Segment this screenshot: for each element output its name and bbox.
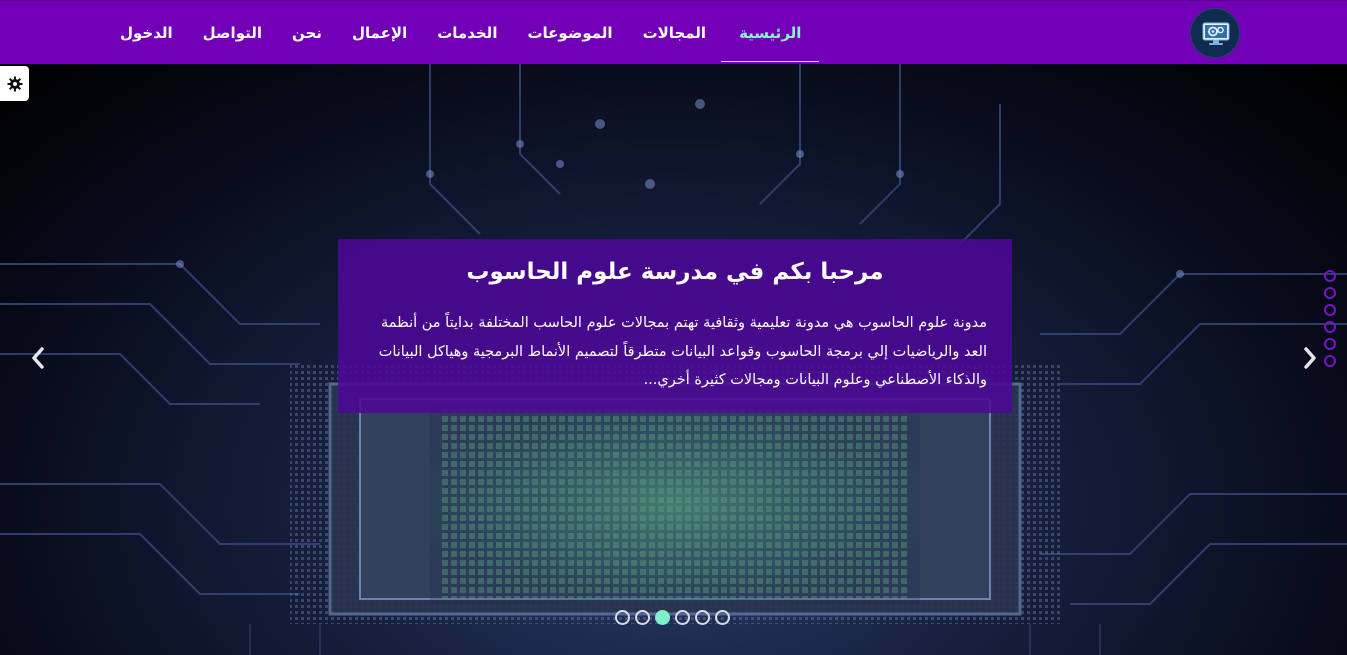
side-slide-indicators <box>1324 270 1336 367</box>
nav-item-home[interactable]: الرئيسية <box>721 1 820 64</box>
settings-button[interactable] <box>0 66 29 101</box>
chevron-left-icon <box>32 347 44 369</box>
side-indicator-dot[interactable] <box>1324 321 1336 333</box>
top-navbar: الرئيسية المجالات الموضوعات الخدمات الإع… <box>0 0 1347 64</box>
pagination-dot[interactable] <box>615 610 630 625</box>
slide-description: مدونة علوم الحاسوب هي مدونة تعليمية وثقا… <box>378 315 987 388</box>
side-indicator-dot[interactable] <box>1324 338 1336 350</box>
pagination-dot[interactable] <box>715 610 730 625</box>
side-indicator-dot[interactable] <box>1324 287 1336 299</box>
slide-caption: مرحبا بكم في مدرسة علوم الحاسوب مدونة عل… <box>338 239 1012 413</box>
nav-item-about[interactable]: نحن <box>277 1 337 64</box>
chevron-right-icon <box>1304 347 1316 369</box>
hero-slider: مرحبا بكم في مدرسة علوم الحاسوب مدونة عل… <box>0 64 1347 655</box>
slide-title: مرحبا بكم في مدرسة علوم الحاسوب <box>466 259 884 285</box>
site-logo[interactable] <box>1190 8 1240 58</box>
nav-item-contact[interactable]: التواصل <box>188 1 277 64</box>
nav-item-works[interactable]: الإعمال <box>337 1 422 64</box>
nav-item-topics[interactable]: الموضوعات <box>512 1 627 64</box>
slide-pagination <box>615 610 730 625</box>
pagination-dot[interactable] <box>635 610 650 625</box>
pagination-dot[interactable] <box>675 610 690 625</box>
prev-slide-button[interactable] <box>26 346 50 370</box>
nav-item-fields[interactable]: المجالات <box>628 1 722 64</box>
side-indicator-dot[interactable] <box>1324 304 1336 316</box>
side-indicator-dot[interactable] <box>1324 355 1336 367</box>
nav-item-services[interactable]: الخدمات <box>422 1 512 64</box>
side-indicator-dot[interactable] <box>1324 270 1336 282</box>
pagination-dot[interactable] <box>695 610 710 625</box>
next-slide-button[interactable] <box>1298 346 1322 370</box>
computer-gear-logo-icon <box>1202 22 1230 45</box>
gear-icon <box>7 76 22 91</box>
nav-menu: الرئيسية المجالات الموضوعات الخدمات الإع… <box>105 1 820 64</box>
nav-item-login[interactable]: الدخول <box>105 1 188 64</box>
pagination-dot-active[interactable] <box>655 610 670 625</box>
